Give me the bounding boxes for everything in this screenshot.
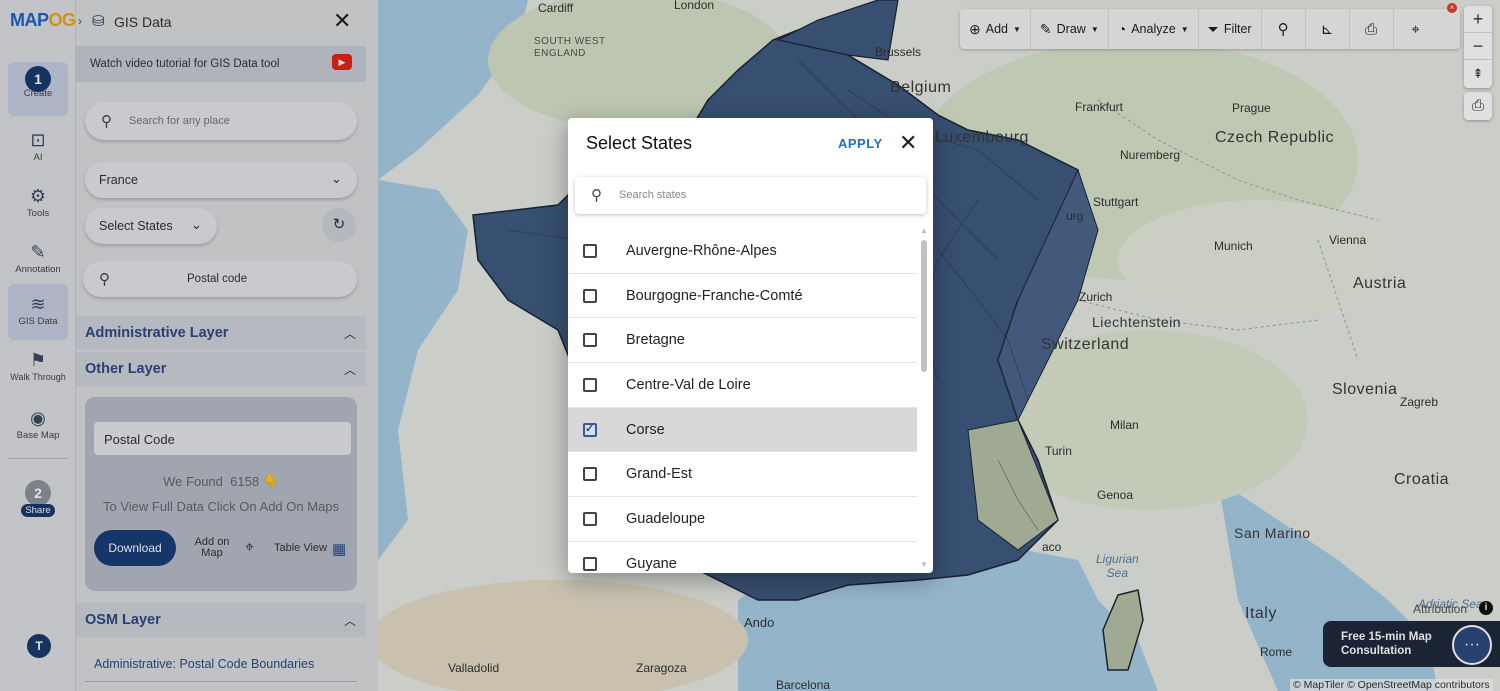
state-checkbox[interactable]: ✓ [583, 288, 597, 303]
state-label: Corse [626, 421, 665, 438]
state-row[interactable]: ✓ Bretagne [568, 318, 917, 364]
state-checkbox-checked[interactable]: ✓ [583, 422, 597, 437]
state-checkbox[interactable]: ✓ [583, 333, 597, 348]
states-list: ✓ Auvergne-Rhône-Alpes ✓ Bourgogne-Franc… [568, 229, 917, 573]
dialog-title: Select States [586, 133, 693, 153]
state-label: Bretagne [626, 332, 685, 349]
state-label: Auvergne-Rhône-Alpes [626, 243, 777, 259]
state-checkbox[interactable]: ✓ [583, 556, 597, 571]
state-checkbox[interactable]: ✓ [583, 512, 597, 527]
states-search-input[interactable]: ⚲ Search states [575, 177, 926, 214]
state-label: Guyane [626, 555, 677, 572]
state-checkbox[interactable]: ✓ [583, 467, 597, 482]
state-row[interactable]: ✓ Guyane [568, 542, 917, 573]
state-row-selected[interactable]: ✓ Corse [568, 407, 917, 453]
scroll-up-icon[interactable]: ▲ [920, 226, 928, 235]
scroll-down-icon[interactable]: ▼ [920, 560, 928, 569]
state-row[interactable]: ✓ Grand-Est [568, 452, 917, 498]
states-scrollbar[interactable]: ▲ ▼ [919, 226, 929, 572]
state-row[interactable]: ✓ Guadeloupe [568, 497, 917, 542]
state-label: Centre-Val de Loire [626, 377, 751, 394]
close-icon[interactable]: ✕ [899, 130, 917, 156]
state-label: Grand-Est [626, 466, 693, 483]
apply-button[interactable]: APPLY [838, 136, 883, 151]
state-row[interactable]: ✓ Bourgogne-Franche-Comté [568, 274, 917, 319]
state-label: Guadeloupe [626, 511, 706, 528]
state-checkbox[interactable]: ✓ [583, 378, 597, 393]
select-states-dialog: Select States APPLY ✕ ⚲ Search states ✓ … [568, 118, 933, 573]
states-search-placeholder: Search states [619, 189, 687, 201]
state-row[interactable]: ✓ Auvergne-Rhône-Alpes [568, 229, 917, 274]
state-row[interactable]: ✓ Centre-Val de Loire [568, 363, 917, 408]
search-icon: ⚲ [591, 187, 602, 204]
scrollbar-thumb[interactable] [921, 240, 927, 372]
state-checkbox[interactable]: ✓ [583, 244, 597, 258]
state-label: Bourgogne-Franche-Comté [626, 287, 803, 304]
